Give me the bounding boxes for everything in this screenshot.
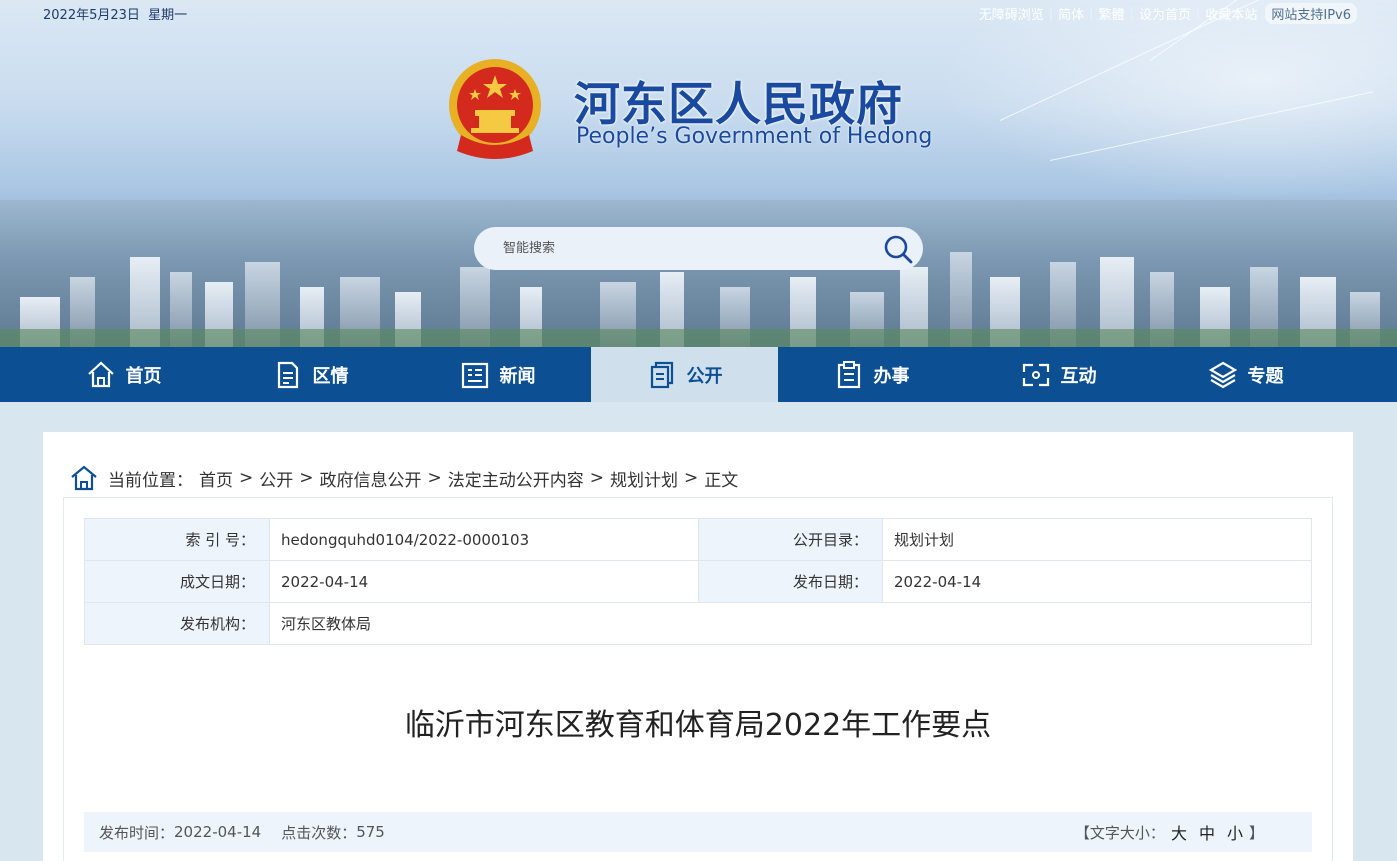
site-title-en: People’s Government of Hedong bbox=[576, 124, 933, 149]
table-row: 发布机构： 河东区教体局 bbox=[84, 602, 1312, 645]
clipboard-icon bbox=[837, 360, 860, 388]
font-size-close: 】 bbox=[1248, 823, 1264, 842]
search-icon bbox=[884, 235, 913, 263]
city-skyline bbox=[0, 200, 1397, 347]
document-meta-table: 索 引 号： hedongquhd0104/2022-0000103 公开目录：… bbox=[84, 518, 1312, 645]
traditional-chinese-link[interactable]: 繁體 bbox=[1099, 4, 1125, 23]
nav-item-interaction[interactable]: 互动 bbox=[965, 347, 1152, 402]
top-links: 无障碍浏览 | 简体 | 繁體 | 设为首页 | 收藏本站 网站支持IPv6 bbox=[979, 3, 1357, 24]
national-emblem-icon bbox=[449, 59, 541, 159]
org-label: 发布机构： bbox=[84, 602, 270, 645]
written-date-label: 成文日期： bbox=[84, 560, 270, 603]
breadcrumb-separator: > bbox=[239, 468, 254, 488]
breadcrumb-separator: > bbox=[427, 468, 442, 488]
nav-label: 办事 bbox=[873, 365, 910, 387]
breadcrumb: 当前位置： 首页 > 公开 > 政府信息公开 > 法定主动公开内容 > 规划计划… bbox=[70, 465, 738, 491]
nav-label: 专题 bbox=[1247, 365, 1284, 387]
layers-icon bbox=[1208, 361, 1237, 388]
nav-item-home[interactable]: 首页 bbox=[30, 347, 217, 402]
search-box bbox=[474, 227, 923, 270]
font-medium-button[interactable]: 中 bbox=[1199, 820, 1215, 844]
nav-label: 互动 bbox=[1060, 365, 1097, 387]
home-icon bbox=[87, 361, 114, 387]
nav-item-district[interactable]: 区情 bbox=[217, 347, 404, 402]
nav-label: 公开 bbox=[686, 365, 723, 387]
article-title: 临沂市河东区教育和体育局2022年工作要点 bbox=[404, 708, 992, 743]
home-icon bbox=[71, 465, 97, 491]
separator: | bbox=[1129, 6, 1134, 21]
main-nav: 首页 区情 新闻 公开 办事 互动 专题 bbox=[0, 347, 1397, 402]
breadcrumb-gov-info[interactable]: 政府信息公开 bbox=[320, 466, 422, 491]
published-date-value: 2022-04-14 bbox=[882, 560, 1312, 603]
published-date-label: 发布日期： bbox=[698, 560, 883, 603]
publish-time-value: 2022-04-14 bbox=[174, 823, 262, 841]
catalog-value: 规划计划 bbox=[882, 518, 1312, 561]
breadcrumb-prefix: 当前位置： bbox=[108, 470, 193, 491]
breadcrumb-separator: > bbox=[299, 468, 314, 488]
header-banner: 2022年5月23日 星期一 无障碍浏览 | 简体 | 繁體 | 设为首页 | … bbox=[0, 0, 1397, 347]
nav-label: 区情 bbox=[312, 365, 349, 387]
font-large-button[interactable]: 大 bbox=[1171, 820, 1187, 844]
nav-item-news[interactable]: 新闻 bbox=[404, 347, 591, 402]
hits-label: 点击次数： bbox=[281, 823, 357, 842]
font-size-control: 【文字大小： 大 中 小 】 bbox=[1075, 812, 1264, 852]
search-button[interactable] bbox=[873, 227, 923, 270]
nav-item-open[interactable]: 公开 bbox=[591, 347, 778, 402]
separator: | bbox=[1089, 6, 1094, 21]
search-input[interactable] bbox=[474, 227, 873, 270]
breadcrumb-open[interactable]: 公开 bbox=[259, 466, 293, 491]
breadcrumb-current[interactable]: 正文 bbox=[704, 466, 738, 491]
interact-icon bbox=[1022, 363, 1049, 386]
table-row: 成文日期： 2022-04-14 发布日期： 2022-04-14 bbox=[84, 560, 1312, 603]
copy-icon bbox=[650, 361, 673, 388]
date-text: 2022年5月23日 bbox=[43, 8, 140, 23]
current-date: 2022年5月23日 星期一 bbox=[43, 4, 187, 23]
ipv6-badge: 网站支持IPv6 bbox=[1265, 3, 1357, 24]
font-size-label: 【文字大小： bbox=[1074, 823, 1165, 842]
org-value: 河东区教体局 bbox=[269, 602, 1312, 645]
breadcrumb-planning[interactable]: 规划计划 bbox=[610, 466, 678, 491]
index-value: hedongquhd0104/2022-0000103 bbox=[269, 518, 699, 561]
set-homepage-link[interactable]: 设为首页 bbox=[1139, 4, 1191, 23]
publish-time-label: 发布时间： bbox=[99, 823, 175, 842]
breadcrumb-separator: > bbox=[589, 468, 604, 488]
index-label: 索 引 号： bbox=[84, 518, 270, 561]
font-small-button[interactable]: 小 bbox=[1227, 820, 1243, 844]
table-row: 索 引 号： hedongquhd0104/2022-0000103 公开目录：… bbox=[84, 518, 1312, 561]
simplified-chinese-link[interactable]: 简体 bbox=[1058, 4, 1084, 23]
bookmark-link[interactable]: 收藏本站 bbox=[1205, 4, 1257, 23]
article-info-bar: 发布时间： 2022-04-14 点击次数： 575 【文字大小： 大 中 小 … bbox=[84, 812, 1312, 852]
news-icon bbox=[461, 362, 488, 388]
accessibility-link[interactable]: 无障碍浏览 bbox=[979, 4, 1044, 23]
breadcrumb-separator: > bbox=[684, 468, 699, 488]
written-date-value: 2022-04-14 bbox=[269, 560, 699, 603]
separator: | bbox=[1195, 6, 1201, 21]
nav-label: 新闻 bbox=[499, 365, 536, 387]
nav-label: 首页 bbox=[125, 365, 162, 387]
breadcrumb-statutory[interactable]: 法定主动公开内容 bbox=[448, 466, 584, 491]
hits-value: 575 bbox=[356, 823, 385, 841]
breadcrumb-home[interactable]: 首页 bbox=[199, 466, 233, 491]
nav-item-services[interactable]: 办事 bbox=[778, 347, 965, 402]
separator: | bbox=[1048, 6, 1054, 21]
catalog-label: 公开目录： bbox=[698, 518, 883, 561]
document-icon bbox=[277, 361, 298, 388]
nav-item-topics[interactable]: 专题 bbox=[1152, 347, 1339, 402]
weekday-text: 星期一 bbox=[148, 8, 188, 23]
